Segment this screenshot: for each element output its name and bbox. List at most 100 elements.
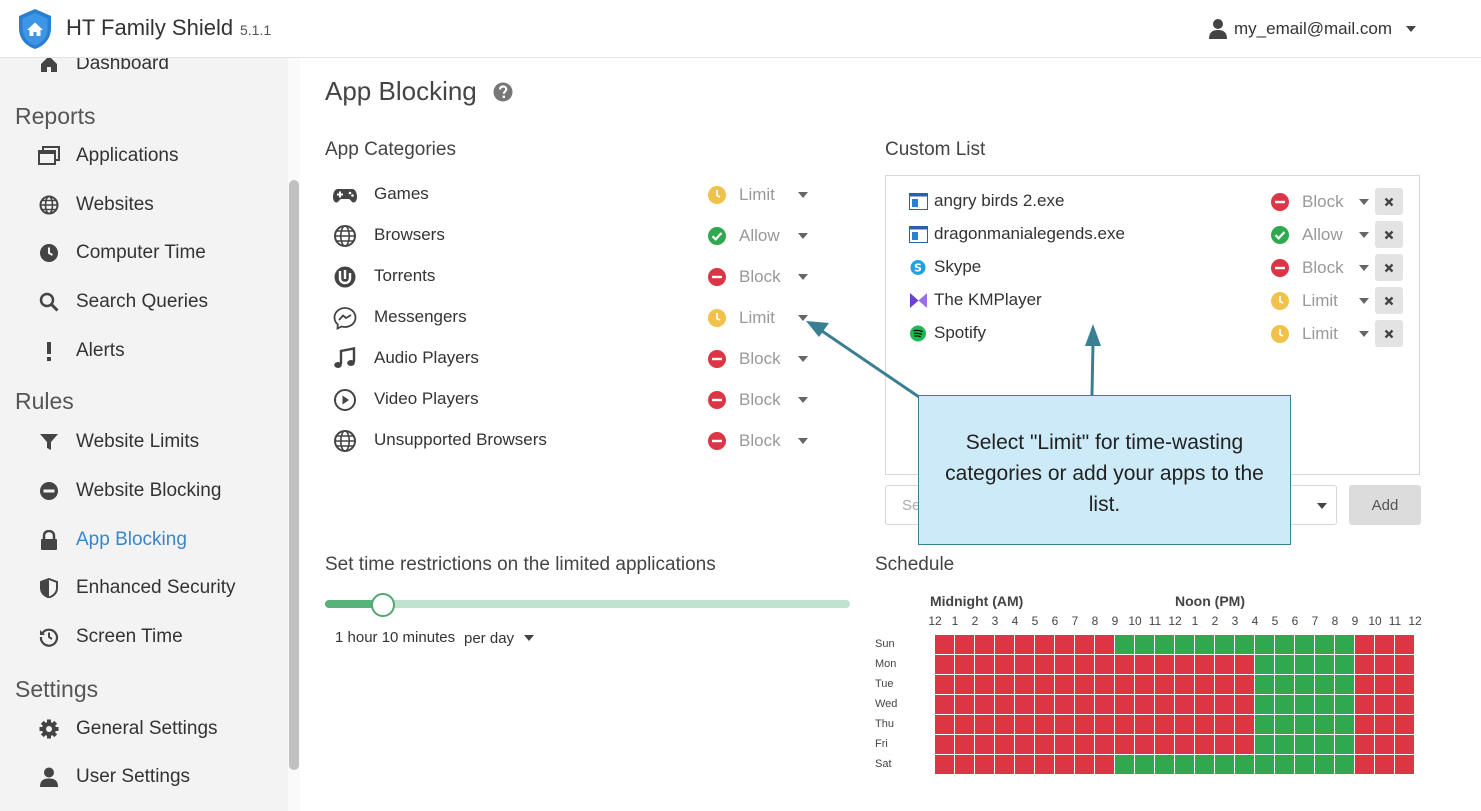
schedule-cell[interactable]: [975, 735, 994, 754]
schedule-cell[interactable]: [1335, 655, 1354, 674]
schedule-cell[interactable]: [995, 675, 1014, 694]
schedule-cell[interactable]: [1115, 675, 1134, 694]
schedule-cell[interactable]: [995, 755, 1014, 774]
schedule-cell[interactable]: [1195, 635, 1214, 654]
schedule-cell[interactable]: [975, 675, 994, 694]
schedule-cell[interactable]: [1015, 735, 1034, 754]
schedule-cell[interactable]: [1295, 635, 1314, 654]
schedule-cell[interactable]: [1075, 755, 1094, 774]
add-button[interactable]: Add: [1349, 485, 1421, 525]
schedule-cell[interactable]: [1335, 755, 1354, 774]
schedule-cell[interactable]: [1035, 755, 1054, 774]
schedule-cell[interactable]: [1255, 715, 1274, 734]
schedule-cell[interactable]: [1315, 655, 1334, 674]
sidebar-item-screen-time[interactable]: Screen Time: [36, 622, 183, 652]
schedule-cell[interactable]: [1235, 755, 1254, 774]
schedule-cell[interactable]: [975, 695, 994, 714]
schedule-cell[interactable]: [1215, 735, 1234, 754]
schedule-cell[interactable]: [1015, 695, 1034, 714]
schedule-cell[interactable]: [1395, 735, 1414, 754]
schedule-cell[interactable]: [1255, 695, 1274, 714]
schedule-cell[interactable]: [995, 695, 1014, 714]
schedule-cell[interactable]: [1355, 635, 1374, 654]
schedule-cell[interactable]: [1215, 635, 1234, 654]
schedule-cell[interactable]: [1315, 715, 1334, 734]
schedule-cell[interactable]: [1235, 655, 1254, 674]
schedule-cell[interactable]: [1035, 675, 1054, 694]
schedule-cell[interactable]: [1075, 715, 1094, 734]
remove-app-button[interactable]: [1375, 221, 1403, 248]
sidebar-item-websites[interactable]: Websites: [36, 190, 154, 220]
help-icon[interactable]: [493, 82, 513, 102]
app-status-dropdown[interactable]: Limit: [1271, 290, 1369, 312]
schedule-cell[interactable]: [995, 735, 1014, 754]
schedule-cell[interactable]: [1295, 755, 1314, 774]
schedule-cell[interactable]: [1235, 635, 1254, 654]
schedule-cell[interactable]: [1155, 635, 1174, 654]
category-status-dropdown[interactable]: Block: [708, 389, 808, 411]
schedule-cell[interactable]: [1315, 735, 1334, 754]
schedule-cell[interactable]: [955, 635, 974, 654]
schedule-cell[interactable]: [995, 715, 1014, 734]
schedule-cell[interactable]: [1375, 755, 1394, 774]
schedule-cell[interactable]: [1015, 755, 1034, 774]
schedule-cell[interactable]: [975, 635, 994, 654]
sidebar-item-enhanced-security[interactable]: Enhanced Security: [36, 573, 236, 603]
schedule-cell[interactable]: [975, 715, 994, 734]
schedule-cell[interactable]: [1275, 755, 1294, 774]
schedule-cell[interactable]: [1015, 635, 1034, 654]
schedule-cell[interactable]: [955, 695, 974, 714]
schedule-cell[interactable]: [1255, 755, 1274, 774]
schedule-cell[interactable]: [1075, 735, 1094, 754]
sidebar-item-computer-time[interactable]: Computer Time: [36, 238, 206, 268]
schedule-cell[interactable]: [1335, 695, 1354, 714]
schedule-cell[interactable]: [1115, 695, 1134, 714]
schedule-cell[interactable]: [1315, 675, 1334, 694]
schedule-cell[interactable]: [1095, 635, 1114, 654]
category-status-dropdown[interactable]: Limit: [708, 184, 808, 206]
schedule-cell[interactable]: [1395, 755, 1414, 774]
schedule-cell[interactable]: [1335, 675, 1354, 694]
schedule-cell[interactable]: [1075, 675, 1094, 694]
schedule-cell[interactable]: [1255, 655, 1274, 674]
schedule-cell[interactable]: [1375, 675, 1394, 694]
schedule-cell[interactable]: [935, 735, 954, 754]
schedule-cell[interactable]: [1195, 675, 1214, 694]
category-status-dropdown[interactable]: Allow: [708, 225, 808, 247]
category-status-dropdown[interactable]: Block: [708, 266, 808, 288]
schedule-cell[interactable]: [1095, 735, 1114, 754]
schedule-cell[interactable]: [1055, 695, 1074, 714]
schedule-cell[interactable]: [1255, 635, 1274, 654]
schedule-cell[interactable]: [1095, 695, 1114, 714]
schedule-cell[interactable]: [1115, 715, 1134, 734]
schedule-cell[interactable]: [1155, 715, 1174, 734]
schedule-cell[interactable]: [1295, 735, 1314, 754]
schedule-cell[interactable]: [1335, 715, 1354, 734]
schedule-cell[interactable]: [935, 655, 954, 674]
sidebar-item-app-blocking[interactable]: App Blocking: [36, 525, 187, 555]
schedule-cell[interactable]: [1035, 635, 1054, 654]
time-slider-thumb[interactable]: [370, 593, 395, 617]
schedule-cell[interactable]: [1275, 675, 1294, 694]
schedule-cell[interactable]: [935, 635, 954, 654]
schedule-cell[interactable]: [1135, 755, 1154, 774]
schedule-cell[interactable]: [1255, 675, 1274, 694]
schedule-cell[interactable]: [955, 755, 974, 774]
schedule-cell[interactable]: [1095, 755, 1114, 774]
schedule-cell[interactable]: [1215, 675, 1234, 694]
schedule-cell[interactable]: [1175, 655, 1194, 674]
schedule-cell[interactable]: [1095, 655, 1114, 674]
schedule-cell[interactable]: [1375, 655, 1394, 674]
schedule-cell[interactable]: [1395, 695, 1414, 714]
schedule-cell[interactable]: [1175, 715, 1194, 734]
schedule-cell[interactable]: [1135, 735, 1154, 754]
schedule-cell[interactable]: [1235, 675, 1254, 694]
schedule-cell[interactable]: [1195, 755, 1214, 774]
schedule-cell[interactable]: [1295, 675, 1314, 694]
sidebar-scrollbar-thumb[interactable]: [289, 180, 299, 770]
schedule-cell[interactable]: [1215, 695, 1234, 714]
schedule-cell[interactable]: [1175, 695, 1194, 714]
time-slider-track[interactable]: [325, 600, 850, 608]
schedule-cell[interactable]: [1075, 635, 1094, 654]
schedule-cell[interactable]: [1135, 715, 1154, 734]
